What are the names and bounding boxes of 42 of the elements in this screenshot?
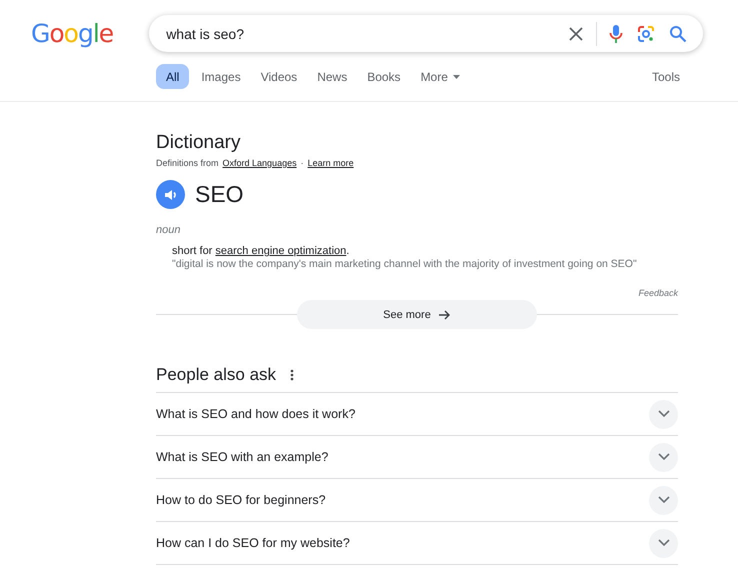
learn-more-link[interactable]: Learn more [308, 158, 354, 168]
camera-icon[interactable] [637, 24, 656, 42]
see-more-button[interactable]: See more [297, 300, 537, 329]
chevron-icon [658, 410, 670, 418]
logo[interactable]: Google [31, 19, 114, 48]
tools-button[interactable]: Tools [652, 64, 680, 89]
search-field[interactable]: what is seo? [166, 26, 554, 42]
definition-text: short for search engine optimization. [172, 245, 350, 257]
caret-icon [452, 74, 460, 78]
search-tab[interactable]: More [412, 64, 468, 89]
definition-link[interactable]: search engine optimization [215, 245, 346, 257]
question-text[interactable]: How to do SEO for beginners? [156, 493, 326, 507]
chevron-icon [658, 539, 670, 547]
chevron-icon [658, 496, 670, 504]
section-title: Dictionary [156, 132, 242, 154]
part-of-speech: noun [156, 224, 182, 236]
arrow-right-icon [438, 308, 451, 320]
section-title: People also ask [156, 365, 276, 385]
search-tab[interactable]: Books [359, 64, 409, 89]
close-icon[interactable] [568, 26, 584, 42]
search-tab[interactable]: Images [193, 64, 249, 89]
feedback-link[interactable]: Feedback [638, 288, 678, 298]
expand-button[interactable] [649, 442, 678, 472]
separator: · [300, 158, 304, 168]
expand-button[interactable] [649, 400, 678, 428]
search-icon[interactable] [669, 24, 688, 42]
search-tab[interactable]: Videos [252, 64, 306, 89]
search-tab[interactable]: All [156, 64, 190, 89]
microphone-icon[interactable] [609, 24, 624, 44]
headword: SEO [195, 181, 244, 208]
search-tab[interactable]: News [309, 64, 356, 89]
pronounce-button[interactable] [156, 180, 185, 209]
question-text[interactable]: What is SEO with an example? [156, 450, 328, 464]
chevron-icon [658, 453, 670, 461]
source-link[interactable]: Oxford Languages [222, 158, 297, 168]
question-text[interactable]: How can I do SEO for my website? [156, 536, 350, 550]
expand-button[interactable] [649, 486, 678, 514]
source-label: Definitions from [156, 158, 219, 168]
more-options-icon[interactable] [290, 369, 294, 381]
expand-button[interactable] [649, 528, 678, 558]
question-text[interactable]: What is SEO and how does it work? [156, 407, 356, 421]
example-sentence: "digital is now the company's main marketing channel with the majority of investment going on SEO" [172, 258, 638, 270]
